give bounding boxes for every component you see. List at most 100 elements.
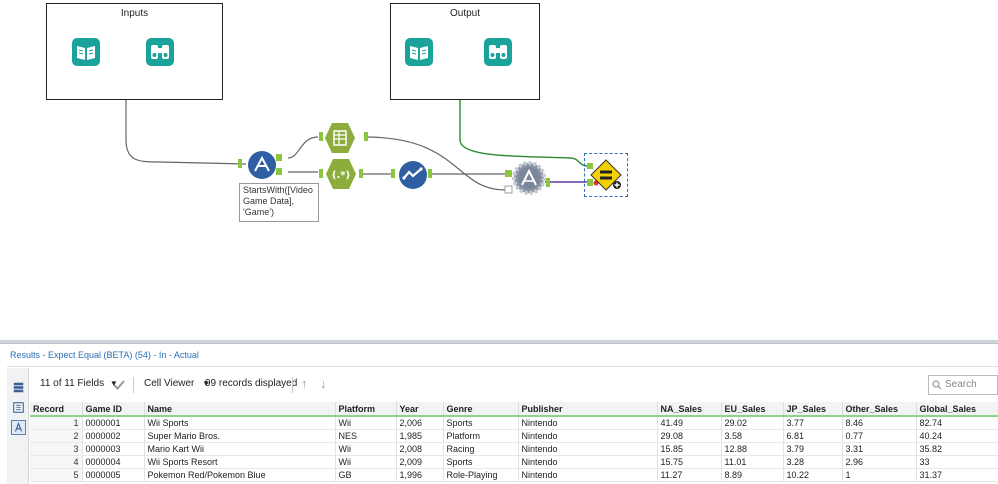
table-cell[interactable]: 1: [842, 468, 917, 482]
column-header-platform[interactable]: Platform: [335, 402, 397, 417]
table-cell[interactable]: Mario Kart Wii: [144, 442, 336, 456]
arrow-down-icon[interactable]: ↓: [320, 376, 327, 391]
column-header-publisher[interactable]: Publisher: [518, 402, 658, 417]
table-cell[interactable]: 2,006: [396, 416, 444, 430]
search-input[interactable]: Search: [928, 375, 998, 395]
table-cell[interactable]: Wii Sports: [144, 416, 336, 430]
test-gear-icon[interactable]: [511, 160, 547, 196]
table-cell[interactable]: Wii: [335, 416, 397, 430]
table-cell[interactable]: 3.28: [783, 455, 843, 469]
record-number-cell[interactable]: 2: [30, 429, 83, 443]
record-number-cell[interactable]: 1: [30, 416, 83, 430]
column-header-game-id[interactable]: Game ID: [82, 402, 145, 417]
column-header-other-sales[interactable]: Other_Sales: [842, 402, 917, 417]
table-cell[interactable]: 15.85: [657, 442, 722, 456]
table-cell[interactable]: Super Mario Bros.: [144, 429, 336, 443]
table-row[interactable]: 1 0000001 Wii Sports Wii 2,006 Sports Nintendo…: [30, 416, 998, 430]
table-cell[interactable]: 0000002: [82, 429, 145, 443]
table-cell[interactable]: 0000001: [82, 416, 145, 430]
regex-tool-icon[interactable]: (.*): [325, 158, 357, 190]
table-cell[interactable]: 8.89: [721, 468, 784, 482]
table-cell[interactable]: Wii Sports Resort: [144, 455, 336, 469]
table-cell[interactable]: Nintendo: [518, 442, 658, 456]
table-cell[interactable]: Nintendo: [518, 468, 658, 482]
table-cell[interactable]: Role-Playing: [443, 468, 519, 482]
table-row[interactable]: 4 0000004 Wii Sports Resort Wii 2,009 Sports N…: [30, 455, 998, 469]
table-cell[interactable]: Wii: [335, 442, 397, 456]
table-cell[interactable]: 3.79: [783, 442, 843, 456]
table-cell[interactable]: 0.77: [842, 429, 917, 443]
workflow-canvas[interactable]: Inputs Output StartsWith([Video Game Dat…: [0, 0, 998, 340]
column-header-record[interactable]: Record: [30, 402, 83, 417]
table-cell[interactable]: 11.27: [657, 468, 722, 482]
table-cell[interactable]: Racing: [443, 442, 519, 456]
input-book-icon[interactable]: [405, 38, 433, 66]
table-cell[interactable]: Sports: [443, 455, 519, 469]
table-cell[interactable]: 3.77: [783, 416, 843, 430]
table-cell[interactable]: 2,008: [396, 442, 444, 456]
column-header-na-sales[interactable]: NA_Sales: [657, 402, 722, 417]
table-cell[interactable]: 82.74: [916, 416, 998, 430]
table-cell[interactable]: 0000005: [82, 468, 145, 482]
table-cell[interactable]: 2,009: [396, 455, 444, 469]
table-cell[interactable]: 2.96: [842, 455, 917, 469]
table-cell[interactable]: 41.49: [657, 416, 722, 430]
record-number-cell[interactable]: 4: [30, 455, 83, 469]
fields-dropdown[interactable]: 11 of 11 Fields ▼: [40, 378, 118, 389]
column-header-year[interactable]: Year: [396, 402, 444, 417]
record-number-cell[interactable]: 3: [30, 442, 83, 456]
table-cell[interactable]: Nintendo: [518, 429, 658, 443]
table-row[interactable]: 2 0000002 Super Mario Bros. NES 1,985 Platfor…: [30, 429, 998, 443]
table-cell[interactable]: 11.01: [721, 455, 784, 469]
select-tool-icon[interactable]: [324, 122, 356, 154]
table-cell[interactable]: 6.81: [783, 429, 843, 443]
column-header-name[interactable]: Name: [144, 402, 336, 417]
results-grid[interactable]: Record Game ID Name Platform Year Genre …: [30, 402, 998, 482]
table-cell[interactable]: 29.02: [721, 416, 784, 430]
expect-equal-selection[interactable]: [584, 153, 628, 197]
record-number-cell[interactable]: 5: [30, 468, 83, 482]
data-cleanse-tool-icon[interactable]: [398, 160, 428, 190]
table-cell[interactable]: Pokemon Red/Pokemon Blue: [144, 468, 336, 482]
browse-binoculars-icon[interactable]: [146, 38, 174, 66]
column-header-eu-sales[interactable]: EU_Sales: [721, 402, 784, 417]
panel-splitter[interactable]: [0, 340, 998, 344]
metadata-icon[interactable]: [11, 400, 26, 415]
table-cell[interactable]: 0000003: [82, 442, 145, 456]
table-cell[interactable]: 1,985: [396, 429, 444, 443]
table-cell[interactable]: Sports: [443, 416, 519, 430]
table-cell[interactable]: 10.22: [783, 468, 843, 482]
table-cell[interactable]: 33: [916, 455, 998, 469]
table-cell[interactable]: 12.88: [721, 442, 784, 456]
table-cell[interactable]: 3.58: [721, 429, 784, 443]
filter-view-icon[interactable]: [11, 420, 26, 435]
table-cell[interactable]: 8.46: [842, 416, 917, 430]
table-cell[interactable]: 1,996: [396, 468, 444, 482]
table-cell[interactable]: Nintendo: [518, 416, 658, 430]
column-header-global-sales[interactable]: Global_Sales: [916, 402, 998, 417]
table-cell[interactable]: 29.08: [657, 429, 722, 443]
table-cell[interactable]: 35.82: [916, 442, 998, 456]
table-view-icon[interactable]: [11, 380, 26, 395]
table-cell[interactable]: Platform: [443, 429, 519, 443]
table-cell[interactable]: Nintendo: [518, 455, 658, 469]
table-row[interactable]: 3 0000003 Mario Kart Wii Wii 2,008 Racing Nint…: [30, 442, 998, 456]
table-cell[interactable]: NES: [335, 429, 397, 443]
table-cell[interactable]: 15.75: [657, 455, 722, 469]
input-book-icon[interactable]: [72, 38, 100, 66]
arrow-up-icon[interactable]: ↑: [301, 376, 308, 391]
browse-binoculars-icon[interactable]: [484, 38, 512, 66]
table-cell[interactable]: Wii: [335, 455, 397, 469]
table-cell[interactable]: 3.31: [842, 442, 917, 456]
table-cell[interactable]: 31.37: [916, 468, 998, 482]
cell-viewer-dropdown[interactable]: Cell Viewer ▼: [144, 378, 210, 389]
column-header-jp-sales[interactable]: JP_Sales: [783, 402, 843, 417]
table-cell[interactable]: 0000004: [82, 455, 145, 469]
expect-equal-icon[interactable]: [585, 154, 627, 196]
filter-tool-icon[interactable]: [247, 150, 277, 180]
table-cell[interactable]: 40.24: [916, 429, 998, 443]
table-row[interactable]: 5 0000005 Pokemon Red/Pokemon Blue GB 1,996 R…: [30, 468, 998, 482]
apply-check-icon[interactable]: [113, 379, 125, 391]
column-header-genre[interactable]: Genre: [443, 402, 519, 417]
table-cell[interactable]: GB: [335, 468, 397, 482]
